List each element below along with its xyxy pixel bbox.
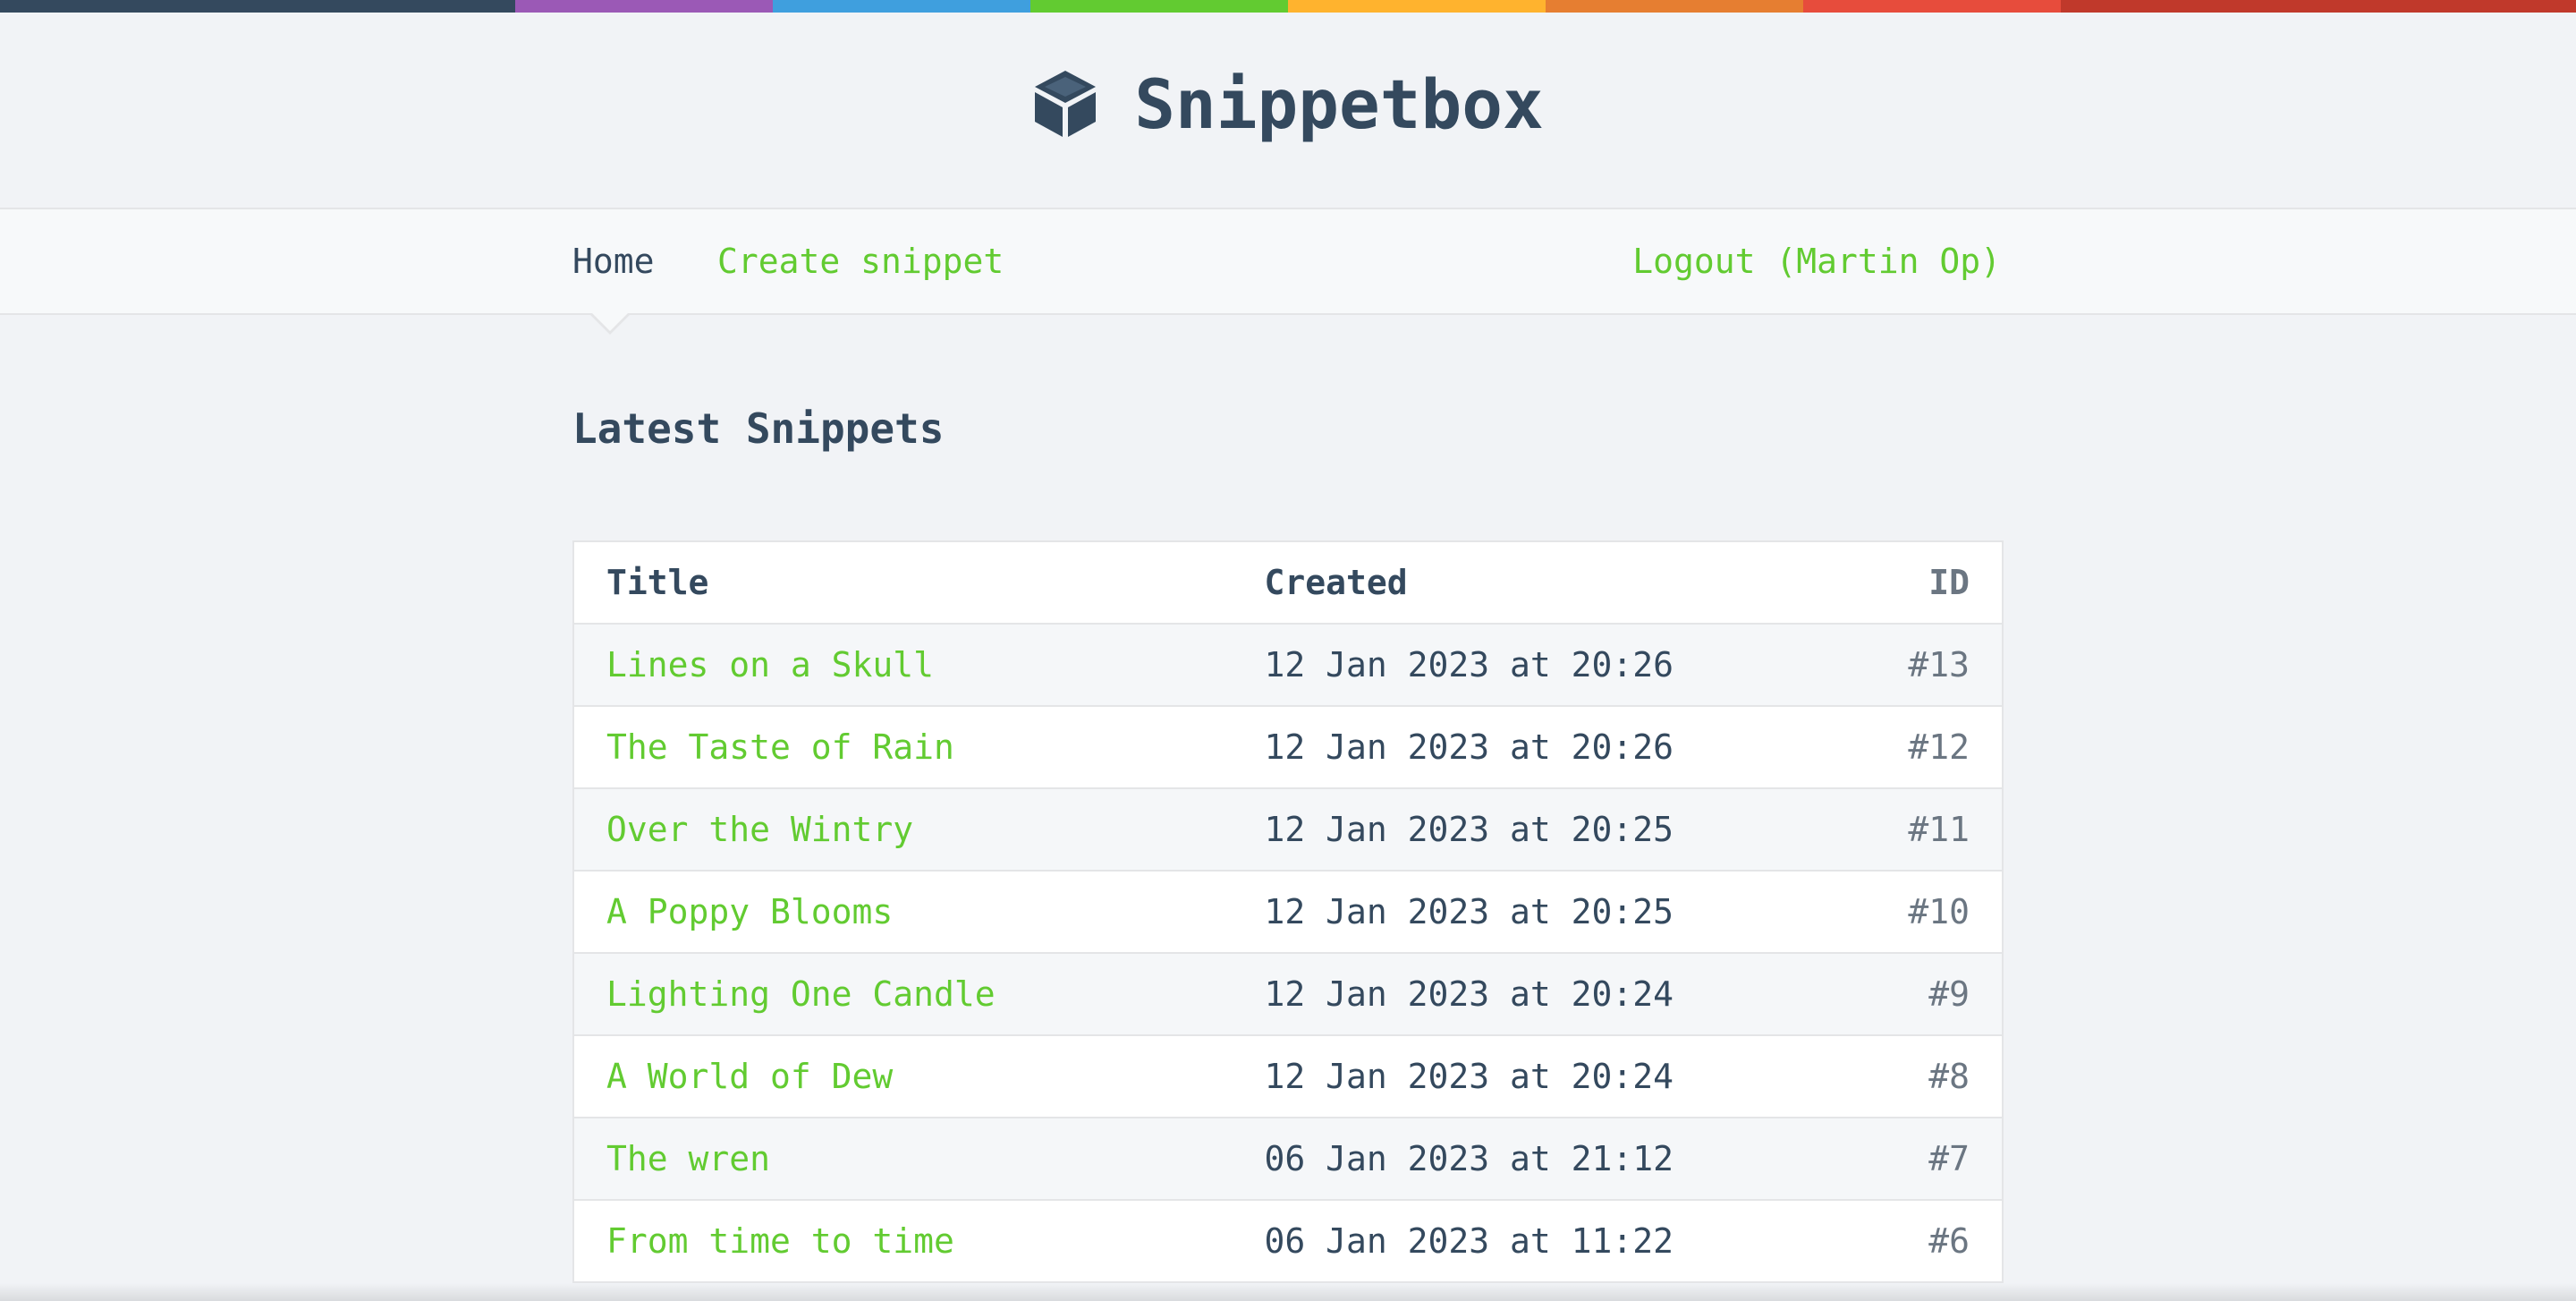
brand[interactable]: Snippetbox xyxy=(1032,64,1544,144)
nav-logout-link[interactable]: Logout (Martin Op) xyxy=(1632,209,2001,313)
strip-segment xyxy=(1030,0,1288,13)
snippet-created-cell: 12 Jan 2023 at 20:24 xyxy=(1232,1035,1877,1118)
snippet-title-cell: Lighting One Candle xyxy=(573,953,1233,1036)
table-row: Lighting One Candle 12 Jan 2023 at 20:24… xyxy=(573,953,2003,1036)
strip-segment xyxy=(0,0,258,13)
strip-segment xyxy=(515,0,773,13)
nav-create-snippet-link[interactable]: Create snippet xyxy=(717,209,1004,313)
table-header-row: Title Created ID xyxy=(573,541,2003,625)
strip-segment xyxy=(2318,0,2576,13)
snippet-created-cell: 12 Jan 2023 at 20:25 xyxy=(1232,788,1877,872)
site-header: Snippetbox xyxy=(0,13,2576,209)
snippet-id-cell: #11 xyxy=(1876,788,2003,872)
snippet-id-cell: #9 xyxy=(1876,953,2003,1036)
bottom-shadow xyxy=(0,1283,2576,1301)
snippet-created-cell: 12 Jan 2023 at 20:26 xyxy=(1232,706,1877,789)
column-header-title: Title xyxy=(573,541,1233,625)
snippet-id-cell: #10 xyxy=(1876,871,2003,954)
snippet-created-cell: 12 Jan 2023 at 20:24 xyxy=(1232,953,1877,1036)
table-row: The wren 06 Jan 2023 at 21:12 #7 xyxy=(573,1118,2003,1201)
snippet-id-cell: #8 xyxy=(1876,1035,2003,1118)
snippet-title-cell: Over the Wintry xyxy=(573,788,1233,872)
snippet-id-cell: #13 xyxy=(1876,624,2003,707)
table-row: The Taste of Rain 12 Jan 2023 at 20:26 #… xyxy=(573,706,2003,789)
snippet-created-cell: 12 Jan 2023 at 20:26 xyxy=(1232,624,1877,707)
snippet-title-cell: A Poppy Blooms xyxy=(573,871,1233,954)
strip-segment xyxy=(1288,0,1546,13)
table-row: A World of Dew 12 Jan 2023 at 20:24 #8 xyxy=(573,1035,2003,1118)
nav-home-link[interactable]: Home xyxy=(572,209,655,313)
snippet-title-cell: Lines on a Skull xyxy=(573,624,1233,707)
color-strip xyxy=(0,0,2576,13)
snippet-title-link[interactable]: A World of Dew xyxy=(606,1057,893,1096)
snippet-created-cell: 12 Jan 2023 at 20:25 xyxy=(1232,871,1877,954)
snippet-title-link[interactable]: Over the Wintry xyxy=(606,810,913,849)
snippet-id-cell: #12 xyxy=(1876,706,2003,789)
snippet-title-cell: The Taste of Rain xyxy=(573,706,1233,789)
strip-segment xyxy=(773,0,1030,13)
snippet-id-cell: #6 xyxy=(1876,1200,2003,1283)
snippets-table: Title Created ID Lines on a Skull 12 Jan… xyxy=(572,540,2004,1283)
table-row: A Poppy Blooms 12 Jan 2023 at 20:25 #10 xyxy=(573,871,2003,954)
snippet-title-cell: A World of Dew xyxy=(573,1035,1233,1118)
snippet-title-link[interactable]: Lines on a Skull xyxy=(606,645,934,685)
snippet-created-cell: 06 Jan 2023 at 21:12 xyxy=(1232,1118,1877,1201)
main-nav: Home Create snippet Logout (Martin Op) xyxy=(0,209,2576,315)
site-title[interactable]: Snippetbox xyxy=(1134,64,1544,144)
page-heading: Latest Snippets xyxy=(572,404,945,453)
strip-segment xyxy=(2061,0,2318,13)
snippet-title-link[interactable]: The wren xyxy=(606,1139,770,1178)
table-row: Over the Wintry 12 Jan 2023 at 20:25 #11 xyxy=(573,788,2003,872)
snippet-title-link[interactable]: The Taste of Rain xyxy=(606,727,954,767)
table-row: Lines on a Skull 12 Jan 2023 at 20:26 #1… xyxy=(573,624,2003,707)
strip-segment xyxy=(1803,0,2061,13)
snippet-title-cell: From time to time xyxy=(573,1200,1233,1283)
snippet-created-cell: 06 Jan 2023 at 11:22 xyxy=(1232,1200,1877,1283)
strip-segment xyxy=(1546,0,1803,13)
snippet-title-link[interactable]: A Poppy Blooms xyxy=(606,892,893,931)
snippet-id-cell: #7 xyxy=(1876,1118,2003,1201)
cube-icon xyxy=(1032,69,1098,139)
table-row: From time to time 06 Jan 2023 at 11:22 #… xyxy=(573,1200,2003,1283)
column-header-id: ID xyxy=(1876,541,2003,625)
snippet-title-link[interactable]: From time to time xyxy=(606,1221,954,1261)
strip-segment xyxy=(258,0,515,13)
snippet-title-link[interactable]: Lighting One Candle xyxy=(606,974,996,1014)
column-header-created: Created xyxy=(1232,541,1877,625)
active-nav-indicator xyxy=(590,313,630,335)
snippet-title-cell: The wren xyxy=(573,1118,1233,1201)
